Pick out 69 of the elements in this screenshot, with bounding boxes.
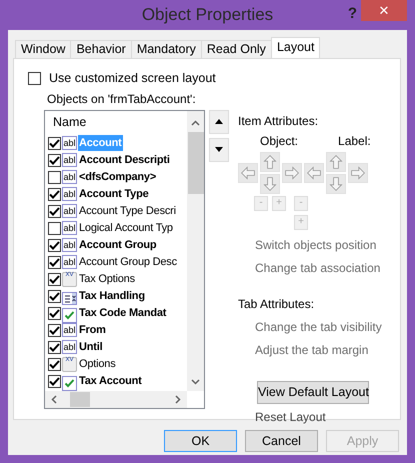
reset-layout-link[interactable]: Reset Layout (255, 408, 326, 426)
list-item[interactable]: Tax Account (78, 373, 143, 390)
checkbox[interactable] (48, 324, 61, 337)
tab[interactable]: Mandatory (130, 40, 202, 58)
checkbox[interactable] (48, 238, 61, 252)
checkbox[interactable] (48, 136, 61, 150)
list-item[interactable]: Account Type (78, 186, 150, 202)
list-item[interactable]: Account Descripti (78, 152, 171, 168)
list-item[interactable]: Account Group Desc (78, 254, 178, 270)
list-item[interactable]: Account Group (78, 237, 158, 254)
checkbox[interactable] (48, 306, 61, 320)
section-title: Tab Attributes: (238, 296, 316, 313)
checkbox[interactable] (48, 154, 61, 167)
column-header[interactable]: Name (53, 113, 86, 132)
window-title: Object Properties (142, 4, 274, 26)
list-item[interactable]: Tax Options (78, 271, 136, 288)
checkbox[interactable] (48, 170, 61, 184)
checkbox[interactable] (48, 256, 61, 269)
dialog-button[interactable]: OK (164, 430, 237, 452)
checkbox-icon (62, 306, 77, 321)
section-title: Item Attributes: (238, 112, 320, 130)
view-default-layout-button[interactable]: View Default Layout (257, 380, 369, 404)
scroll-down-icon[interactable] (191, 378, 200, 385)
checkbox[interactable] (48, 358, 61, 371)
checkbox-icon (62, 374, 77, 389)
tab[interactable]: Layout (270, 37, 320, 58)
checkbox[interactable] (48, 272, 61, 286)
textbox-icon: abl (62, 170, 77, 184)
textbox-icon: abl (62, 340, 77, 354)
scroll-up-icon[interactable] (191, 120, 200, 126)
tab[interactable]: Read Only (200, 40, 272, 58)
scrollbar-thumb[interactable] (188, 132, 204, 194)
checkbox[interactable] (48, 222, 61, 235)
checkbox[interactable] (48, 340, 61, 354)
list-label: Objects on 'frmTabAccount': (47, 90, 197, 108)
list-item[interactable]: Account Type Descri (78, 203, 177, 220)
textbox-icon: abl (62, 221, 77, 236)
list-item[interactable]: Until (78, 339, 104, 356)
textbox-icon: abl (62, 323, 77, 338)
checkbox[interactable] (48, 374, 61, 388)
label-label: Label: (338, 132, 371, 150)
scrollbar-thumb[interactable] (70, 392, 90, 407)
close-button[interactable]: ✕ (361, 0, 407, 21)
dialog-button[interactable]: Cancel (245, 430, 318, 452)
checkbox[interactable] (28, 72, 41, 85)
move-down-button[interactable] (209, 138, 229, 162)
list-item[interactable]: Tax Code Mandat (78, 305, 168, 322)
scroll-right-icon[interactable] (175, 394, 181, 404)
textbox-icon: abl (62, 255, 77, 270)
textbox-icon: abl (62, 136, 77, 150)
list-item[interactable]: Options (78, 356, 117, 372)
textbox-icon: abl (62, 153, 77, 168)
textbox-icon: abl (62, 187, 77, 202)
list-item[interactable]: Logical Account Typ (78, 220, 174, 236)
list-item[interactable]: Tax Handling (78, 288, 146, 304)
triangle-down-icon (215, 147, 223, 152)
object-label: Object: (260, 132, 298, 150)
checkbox[interactable] (48, 188, 61, 201)
tab[interactable]: Window (15, 40, 72, 58)
checkbox-label: Use customized screen layout (49, 70, 216, 87)
move-up-button[interactable] (209, 110, 229, 134)
checkbox[interactable] (48, 290, 61, 303)
textbox-icon: abl (62, 238, 77, 252)
checkbox[interactable] (48, 204, 61, 218)
scroll-left-icon[interactable] (51, 394, 57, 404)
textbox-icon: abl (62, 204, 77, 218)
triangle-up-icon (215, 119, 223, 124)
list-item[interactable]: From (78, 322, 107, 338)
list-item[interactable]: <dfsCompany> (78, 169, 158, 186)
